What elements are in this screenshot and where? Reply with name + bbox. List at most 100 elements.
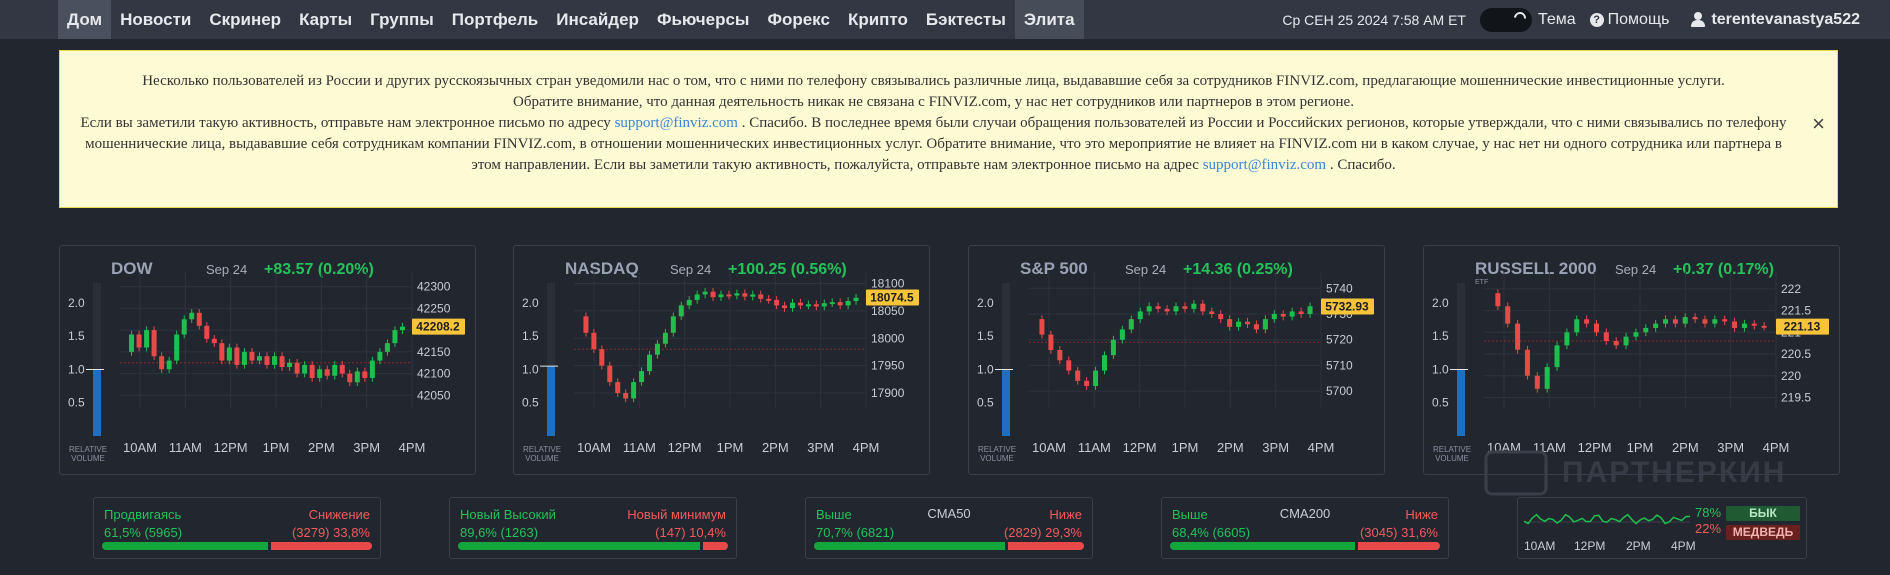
breadth-left-value: 89,6% (1263)	[460, 525, 539, 540]
nav-tab-futures[interactable]: Фьючерсы	[648, 0, 759, 39]
volume-tick-label: 1.5	[977, 329, 994, 343]
breadth-right: Снижение (3279) 33,8%	[292, 506, 370, 542]
candle	[1084, 380, 1090, 386]
x-tick-label: 10AM	[1487, 440, 1521, 455]
support-email-link-2[interactable]: support@finviz.com	[1203, 157, 1326, 173]
candle	[189, 312, 195, 320]
username: terentevanastya522	[1711, 10, 1860, 28]
chart-russell2000[interactable]: RUSSELL 2000 Sep 24 +0.37 (0.17%) ETF 10AM 11…	[1423, 245, 1840, 475]
top-navigation: Дом Новости Скринер Карты Группы Портфел…	[0, 0, 1890, 39]
candle	[1564, 332, 1570, 346]
breadth-advancing-declining[interactable]: Продвигаясь 61,5% (5965) Снижение (3279) 3…	[93, 497, 381, 559]
candle	[1524, 349, 1530, 376]
candle	[1732, 321, 1738, 328]
breadth-bar	[102, 542, 372, 550]
nav-tab-news[interactable]: Новости	[111, 0, 200, 39]
help-link[interactable]: ? Помощь	[1589, 10, 1670, 29]
breadth-new-high-low[interactable]: Новый Высокий 89,6% (1263) Новый минимум (…	[449, 497, 737, 559]
breadth-left-value: 68,4% (6605)	[1172, 525, 1251, 540]
theme-label[interactable]: Тема	[1538, 11, 1576, 29]
candle	[181, 319, 187, 335]
nav-tab-forex[interactable]: Форекс	[758, 0, 838, 39]
x-tick-label: 2PM	[1672, 440, 1699, 455]
candle	[196, 312, 202, 326]
notice-line-1: Несколько пользователей из России и друг…	[142, 73, 1725, 89]
nav-tab-portfolio[interactable]: Портфель	[443, 0, 547, 39]
candle	[591, 332, 597, 350]
candle	[1505, 306, 1511, 324]
chart-change: +83.57 (0.20%)	[264, 261, 374, 278]
candle	[726, 294, 732, 297]
candle	[1722, 319, 1728, 322]
y-tick-label: 220.5	[1781, 347, 1811, 361]
bull-button[interactable]: БЫК	[1726, 506, 1800, 521]
chart-dow[interactable]: DOW Sep 24 +83.57 (0.20%) 10AM 11AM 12PM 1PM 2P…	[59, 245, 476, 475]
nav-tab-insider[interactable]: Инсайдер	[547, 0, 648, 39]
market-datetime: Ср СЕН 25 2024 7:58 AM ET	[1282, 11, 1466, 28]
help-icon: ?	[1589, 12, 1604, 27]
moon-icon	[1511, 9, 1529, 26]
close-icon[interactable]: ×	[1812, 113, 1825, 135]
candle	[647, 354, 652, 372]
theme-toggle[interactable]	[1479, 7, 1532, 32]
x-tick-label: 11AM	[169, 440, 202, 455]
volume-tick-label: 2.0	[68, 296, 85, 310]
nav-tab-groups[interactable]: Группы	[361, 0, 443, 39]
candle	[615, 382, 621, 394]
candle	[1039, 319, 1045, 335]
volume-tick-label: 1.5	[68, 329, 85, 343]
candle	[782, 305, 788, 309]
last-price-label: 221.13	[1784, 320, 1821, 334]
dow-chart-svg: DOW Sep 24 +83.57 (0.20%) 10AM 11AM 12PM 1PM 2P…	[68, 259, 465, 463]
notice-text: Несколько пользователей из России и друг…	[80, 71, 1787, 176]
candle	[1515, 323, 1521, 350]
support-email-link[interactable]: support@finviz.com	[615, 115, 738, 131]
breadth-right-value: (3045) 31,6%	[1359, 525, 1438, 540]
x-tick-label: 2PM	[1217, 440, 1244, 455]
volume-tick-label: 0.5	[977, 396, 994, 410]
breadth-right-value: (2829) 29,3%	[1003, 525, 1082, 540]
candle	[1653, 323, 1659, 328]
candle	[1289, 311, 1295, 317]
candle	[399, 326, 405, 331]
candle	[1298, 311, 1304, 314]
x-tick-label: 4PM	[853, 440, 880, 455]
nav-tab-backtests[interactable]: Бэктесты	[917, 0, 1015, 39]
fraud-warning-notice: Несколько пользователей из России и друг…	[59, 50, 1838, 208]
candle	[264, 356, 270, 365]
bear-button[interactable]: МЕДВЕДЬ	[1726, 525, 1800, 540]
nav-tab-maps[interactable]: Карты	[290, 0, 361, 39]
candle	[639, 371, 645, 383]
y-tick-label: 18100	[871, 276, 905, 290]
sentiment-widget[interactable]: 10AM 12PM 2PM 4PM 78% 22% БЫК МЕДВЕДЬ	[1517, 497, 1807, 559]
volume-bar	[93, 369, 101, 436]
y-tick-label: 222	[1781, 282, 1801, 296]
candle	[805, 304, 811, 307]
candle	[174, 334, 180, 361]
chart-nasdaq[interactable]: NASDAQ Sep 24 +100.25 (0.56%) 10AM 11AM 12PM 1…	[513, 245, 930, 475]
notice-line-2: Обратите внимание, что данная деятельнос…	[513, 94, 1354, 110]
candle	[853, 297, 859, 302]
breadth-sma200[interactable]: Выше 68,4% (6605) CMA200 Ниже (3045) 31,6%	[1161, 497, 1449, 559]
y-tick-label: 5700	[1326, 384, 1353, 398]
candle	[1262, 319, 1268, 330]
candle	[718, 294, 724, 298]
candle	[1075, 370, 1081, 381]
nav-tab-elite[interactable]: Элита	[1014, 0, 1084, 39]
nav-tab-crypto[interactable]: Крипто	[839, 0, 917, 39]
breadth-left-value: 70,7% (6821)	[816, 525, 895, 540]
candle	[797, 302, 803, 306]
candle	[354, 371, 360, 383]
nav-tab-screener[interactable]: Скринер	[200, 0, 290, 39]
candle	[1712, 319, 1718, 324]
nav-tab-home[interactable]: Дом	[58, 0, 112, 39]
breadth-sma50[interactable]: Выше 70,7% (6821) CMA50 Ниже (2829) 29,3%	[805, 497, 1093, 559]
volume-tick-label: 1.5	[1432, 329, 1449, 343]
chart-sp500[interactable]: S&P 500 Sep 24 +14.36 (0.25%) 10AM 11AM 12PM 1…	[968, 245, 1385, 475]
help-label: Помощь	[1607, 10, 1670, 28]
nav-tabs: Дом Новости Скринер Карты Группы Портфел…	[58, 0, 1084, 39]
user-menu[interactable]: terentevanastya522	[1691, 11, 1860, 29]
candle	[317, 369, 323, 378]
chart-change: +14.36 (0.25%)	[1183, 261, 1293, 278]
volume-tick-label: 1.0	[977, 362, 994, 376]
